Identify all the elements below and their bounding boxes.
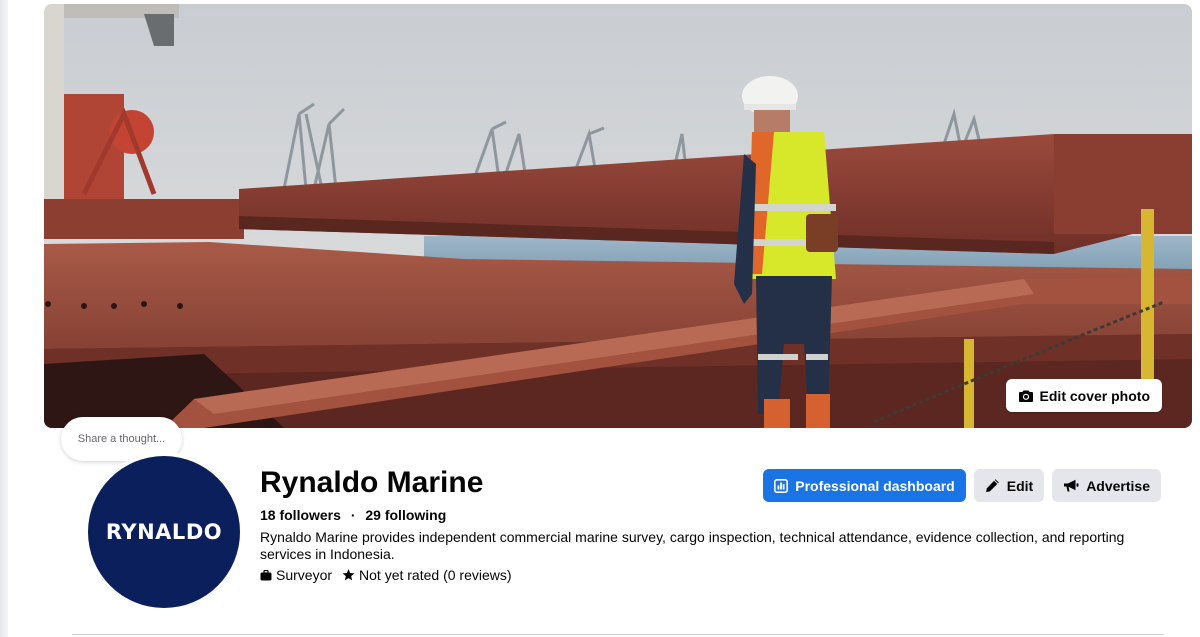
avatar-logo-text: RYNALDO <box>105 520 223 544</box>
page-rating[interactable]: Not yet rated (0 reviews) <box>342 567 512 583</box>
following-link[interactable]: 29 following <box>365 507 446 523</box>
edit-page-button[interactable]: Edit <box>973 469 1045 502</box>
briefcase-icon <box>260 569 272 580</box>
profile-actions: Professional dashboard Edit Advertise <box>763 469 1161 502</box>
advertise-label: Advertise <box>1086 477 1150 494</box>
advertise-button[interactable]: Advertise <box>1052 469 1161 502</box>
pencil-icon <box>985 479 999 493</box>
follow-separator: · <box>350 507 356 523</box>
page-edge <box>0 0 8 637</box>
page-category: Surveyor <box>260 567 332 583</box>
edit-page-label: Edit <box>1006 477 1034 494</box>
profile-avatar[interactable]: RYNALDO <box>84 452 244 612</box>
page-category-label: Surveyor <box>276 567 333 583</box>
section-divider <box>72 634 1164 635</box>
edit-cover-photo-button[interactable]: Edit cover photo <box>1005 379 1162 412</box>
avatar-logo-background: RYNALDO <box>88 456 240 608</box>
cover-photo[interactable]: Edit cover photo <box>44 4 1192 428</box>
chart-icon <box>774 478 789 493</box>
share-thought-placeholder: Share a thought... <box>77 433 166 445</box>
followers-link[interactable]: 18 followers <box>260 507 341 523</box>
page-rating-label: Not yet rated (0 reviews) <box>359 567 512 583</box>
follow-counts: 18 followers · 29 following <box>260 507 446 523</box>
megaphone-icon <box>1064 479 1079 491</box>
page-meta: Surveyor Not yet rated (0 reviews) <box>260 567 512 583</box>
camera-icon <box>1018 390 1033 402</box>
page-bio: Rynaldo Marine provides independent comm… <box>260 529 1125 562</box>
cover-photo-image <box>44 4 1192 428</box>
professional-dashboard-button[interactable]: Professional dashboard <box>763 469 966 502</box>
star-icon <box>342 569 355 581</box>
edit-cover-photo-label: Edit cover photo <box>1039 387 1150 404</box>
page-name: Rynaldo Marine <box>260 466 484 499</box>
professional-dashboard-label: Professional dashboard <box>795 477 955 494</box>
